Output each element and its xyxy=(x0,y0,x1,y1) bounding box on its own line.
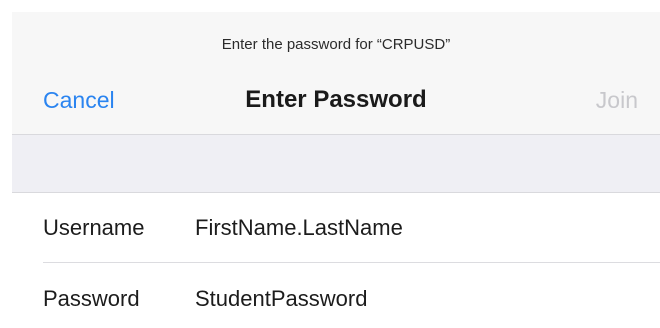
username-label: Username xyxy=(43,215,145,240)
top-strip xyxy=(0,0,660,12)
username-field[interactable] xyxy=(195,211,635,245)
password-prompt: Enter the password for “CRPUSD” xyxy=(221,36,451,53)
row-divider xyxy=(43,262,660,263)
join-button[interactable]: Join xyxy=(596,87,638,114)
cancel-button[interactable]: Cancel xyxy=(43,87,115,114)
section-separator xyxy=(12,135,660,193)
password-row: Password xyxy=(12,264,660,328)
navigation-bar: Enter the password for “CRPUSD” Cancel E… xyxy=(12,12,660,135)
password-label: Password xyxy=(43,286,140,311)
password-field[interactable] xyxy=(195,282,635,316)
username-row: Username xyxy=(12,193,660,263)
wifi-password-sheet: Enter the password for “CRPUSD” Cancel E… xyxy=(0,0,660,328)
